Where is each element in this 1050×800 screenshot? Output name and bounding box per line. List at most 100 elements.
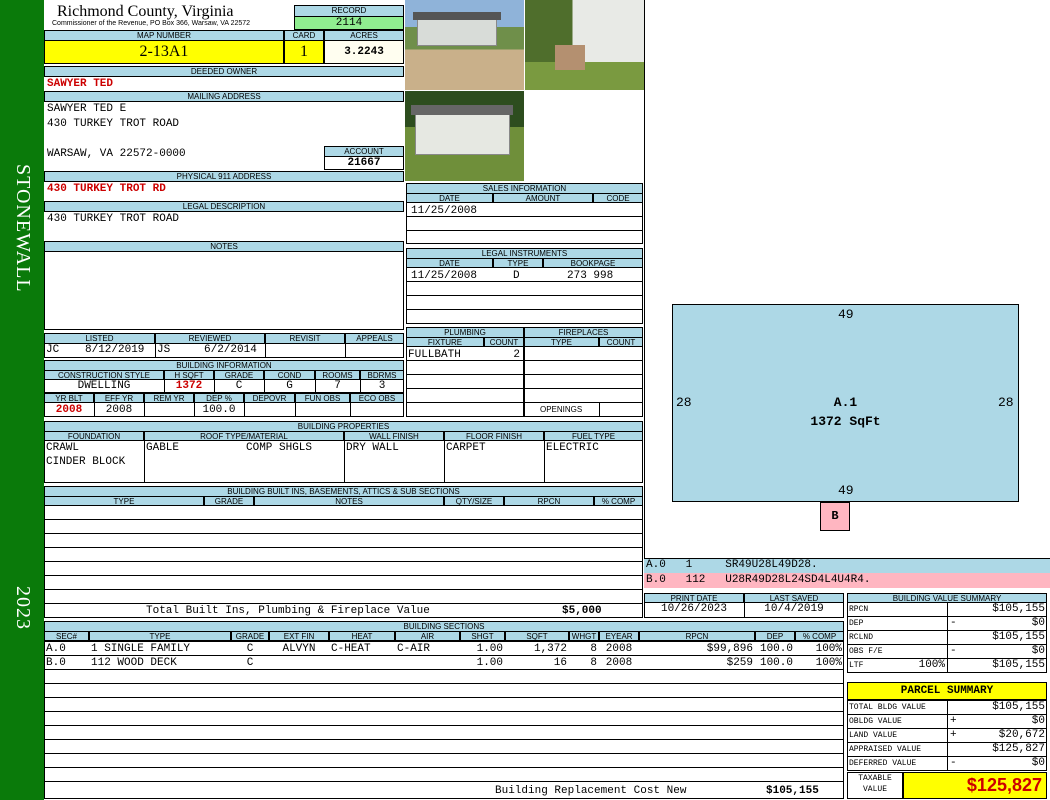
vs-rpcn: $105,155	[992, 603, 1045, 615]
foundation-2: CINDER BLOCK	[46, 456, 126, 468]
ps-total-bldg: $105,155	[992, 701, 1045, 713]
property-photo-2[interactable]	[525, 0, 644, 90]
section-col-header: SEC#	[44, 631, 89, 641]
section-col-header: DEP	[755, 631, 795, 641]
record-value: 2114	[294, 16, 404, 30]
year-label: 2023	[12, 586, 34, 630]
vs-dep: $0	[1031, 617, 1045, 629]
section-cell-eyear: 2008	[605, 643, 633, 655]
account-number: 21667	[324, 156, 404, 170]
foundation-1: CRAWL	[46, 442, 80, 454]
section-col-header: TYPE	[89, 631, 231, 641]
ps-total-bldg-label: TOTAL BLDG VALUE	[849, 703, 926, 712]
commissioner-address: Commissioner of the Revenue, PO Box 366,…	[52, 20, 251, 27]
roof-material: COMP SHGLS	[246, 442, 313, 454]
li-bookpage: 273 998	[567, 270, 614, 282]
mailing-line-2: 430 TURKEY TROT ROAD	[47, 118, 180, 130]
section-cell-dep: 100.0	[759, 643, 793, 655]
fixture-count: 2	[513, 349, 520, 361]
physical-address-label: PHYSICAL 911 ADDRESS	[44, 171, 404, 182]
ps-land: $20,672	[998, 729, 1045, 741]
section-col-header: SQFT	[505, 631, 569, 641]
parcel-summary-title: PARCEL SUMMARY	[847, 682, 1047, 700]
dep-percent: 100.0	[202, 404, 236, 416]
section-cell-air: C-AIR	[397, 643, 431, 655]
ps-appraised: $125,827	[992, 743, 1045, 755]
deeded-owner: SAWYER TED	[47, 78, 114, 90]
vs-rclnd: $105,155	[992, 631, 1045, 643]
ps-land-label: LAND VALUE	[849, 731, 898, 740]
notes-box	[44, 251, 404, 330]
legal-description-label: LEGAL DESCRIPTION	[44, 201, 404, 212]
mailing-line-1: SAWYER TED E	[47, 103, 127, 115]
openings-label: OPENINGS	[540, 405, 583, 414]
section-cell-sec: A.0	[46, 643, 66, 655]
taxable-label-1: TAXABLE	[858, 774, 892, 783]
district-label: STONEWALL	[12, 164, 34, 293]
vs-rpcn-label: RPCN	[849, 605, 869, 614]
wall-finish: DRY WALL	[346, 442, 399, 454]
reviewed-by: JS	[157, 344, 171, 356]
deeded-owner-label: DEEDED OWNER	[44, 66, 404, 77]
section-col-header: AIR	[395, 631, 460, 641]
section-cell-shgt: 1.00	[476, 657, 503, 669]
vs-ltf-pct: 100%	[918, 659, 945, 671]
grade-value: C	[235, 380, 243, 392]
heated-sqft: 1372	[175, 380, 203, 392]
card-number: 1	[284, 40, 324, 64]
print-date: 10/26/2023	[660, 603, 727, 615]
vs-obs: $0	[1031, 645, 1045, 657]
sketch-code-b: B.0 112 U28R49D28L24SD4L4U4R4.	[646, 574, 871, 586]
sketch-area-label: 1372 SqFt	[810, 414, 881, 429]
listed-date: 8/12/2019	[85, 344, 145, 356]
property-photo-1[interactable]	[405, 0, 524, 90]
fuel-type: ELECTRIC	[546, 442, 599, 454]
section-cell-rpcn: $99,896	[706, 643, 753, 655]
year-built: 2008	[55, 404, 83, 416]
floor-finish: CARPET	[446, 442, 486, 454]
mailing-line-3: WARSAW, VA 22572-0000	[47, 148, 186, 160]
ps-obldg-label: OBLDG VALUE	[849, 717, 902, 726]
cond-value: G	[286, 380, 293, 392]
section-cell-type: 112 WOOD DECK	[91, 657, 177, 669]
section-col-header: SHGT	[460, 631, 505, 641]
section-cell-sqft: 1,372	[533, 643, 567, 655]
property-photo-3[interactable]	[405, 91, 524, 181]
section-col-header: % COMP	[795, 631, 844, 641]
vs-ltf-label: LTF	[849, 661, 864, 670]
replacement-cost-value: $105,155	[766, 785, 819, 797]
section-cell-extfin: ALVYN	[282, 643, 316, 655]
section-cell-comp: 100%	[815, 657, 842, 669]
sketch-section-label: A.1	[833, 395, 858, 410]
taxable-label-2: VALUE	[862, 785, 887, 794]
sketch-bottom-dim: 49	[838, 483, 854, 498]
effective-year: 2008	[105, 404, 133, 416]
rooms-value: 7	[334, 380, 341, 392]
builtins-total-value: $5,000	[562, 605, 602, 617]
sketch-code-a: A.0 1 SR49U28L49D28.	[646, 559, 818, 571]
legal-description: 430 TURKEY TROT ROAD	[47, 213, 180, 225]
section-col-header: WHGT	[569, 631, 599, 641]
section-cell-eyear: 2008	[605, 657, 633, 669]
construction-style: DWELLING	[77, 380, 131, 392]
li-type: D	[513, 270, 520, 282]
li-date: 11/25/2008	[411, 270, 478, 282]
ps-appraised-label: APPRAISED VALUE	[849, 745, 922, 754]
section-cell-whgt: 8	[590, 657, 597, 669]
roof-type: GABLE	[146, 442, 180, 454]
last-saved-date: 10/4/2019	[764, 603, 824, 615]
acres-value: 3.2243	[324, 40, 404, 64]
section-cell-type: 1 SINGLE FAMILY	[91, 643, 191, 655]
section-cell-rpcn: $259	[726, 657, 753, 669]
district-sidebar: STONEWALL 2023	[0, 0, 44, 800]
county-title: Richmond County, Virginia	[57, 3, 234, 20]
map-number: 2-13A1	[44, 40, 284, 64]
physical-address: 430 TURKEY TROT RD	[47, 183, 166, 195]
section-col-header: EXT FIN	[269, 631, 329, 641]
reviewed-date: 6/2/2014	[204, 344, 257, 356]
section-cell-heat: C-HEAT	[331, 643, 371, 655]
taxable-value: $125,827	[903, 772, 1047, 799]
vs-rclnd-label: RCLND	[849, 633, 874, 642]
section-cell-comp: 100%	[815, 643, 842, 655]
ps-obldg: $0	[1031, 715, 1045, 727]
